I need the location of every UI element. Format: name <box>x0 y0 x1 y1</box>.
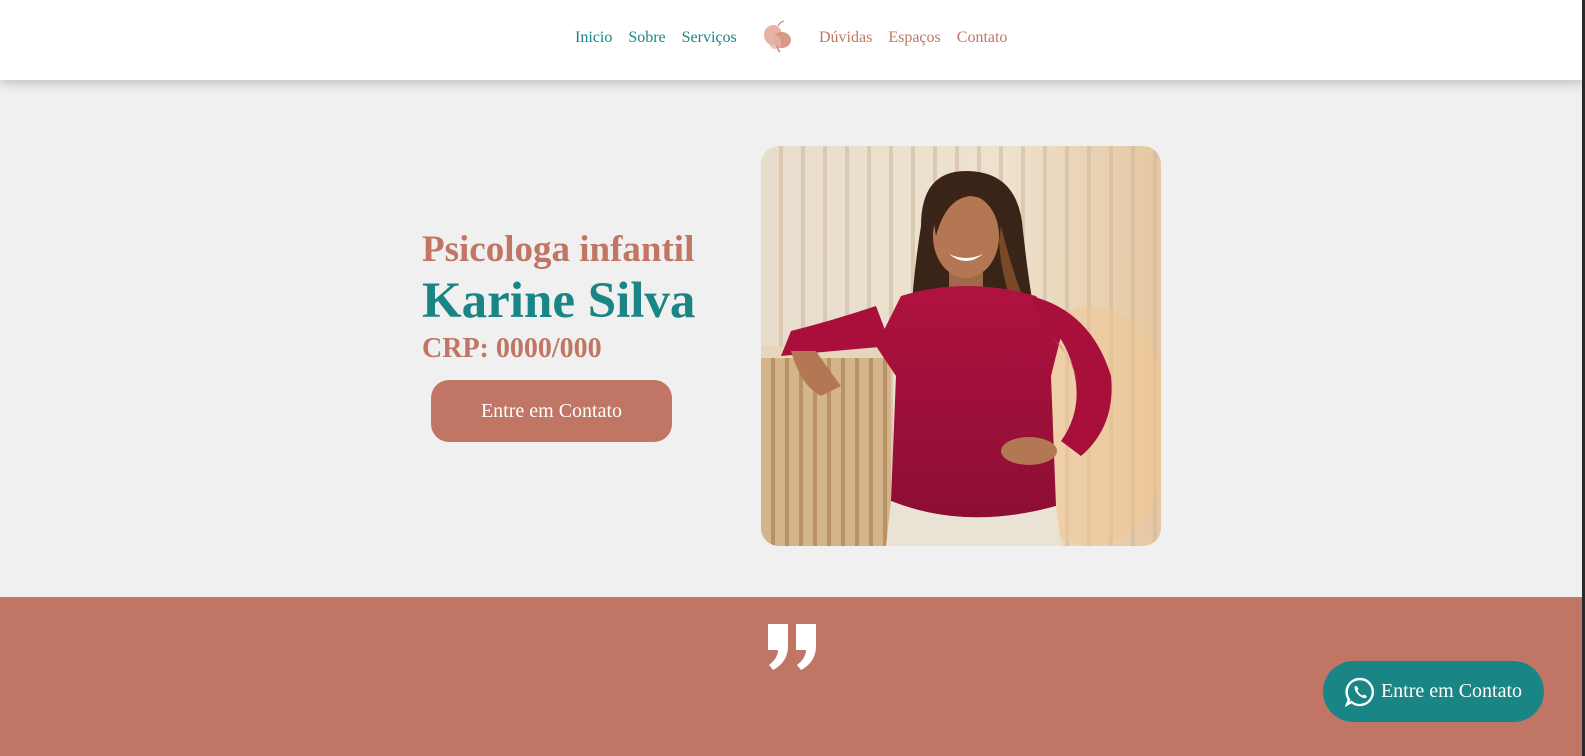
hero-subtitle: Psicologa infantil <box>422 229 695 270</box>
nav-link-servicos[interactable]: Serviços <box>682 29 737 47</box>
whatsapp-button-label: Entre em Contato <box>1380 680 1523 702</box>
whatsapp-icon <box>1344 677 1375 707</box>
quote-icon <box>765 624 819 670</box>
nav-link-contato[interactable]: Contato <box>957 29 1008 47</box>
nav-link-inicio[interactable]: Inicio <box>575 29 612 47</box>
site-header: Inicio Sobre Serviços Dúvidas Espaços Co… <box>0 0 1585 80</box>
hero-name: Karine Silva <box>422 273 696 329</box>
hero-crp: CRP: 0000/000 <box>422 333 602 364</box>
nav-link-sobre[interactable]: Sobre <box>628 29 665 47</box>
nav-link-espacos[interactable]: Espaços <box>888 29 940 47</box>
hero-text: Psicologa infantil Karine Silva CRP: 000… <box>422 228 722 366</box>
nav-left: Inicio Sobre Serviços <box>575 29 737 47</box>
butterfly-logo-icon[interactable] <box>760 20 796 54</box>
contact-button[interactable]: Entre em Contato <box>431 380 672 442</box>
whatsapp-contact-button[interactable]: Entre em Contato <box>1323 661 1544 722</box>
portrait-photo <box>761 146 1161 546</box>
nav-link-duvidas[interactable]: Dúvidas <box>819 29 872 47</box>
nav-right: Dúvidas Espaços Contato <box>819 29 1007 47</box>
page: Inicio Sobre Serviços Dúvidas Espaços Co… <box>0 0 1585 756</box>
